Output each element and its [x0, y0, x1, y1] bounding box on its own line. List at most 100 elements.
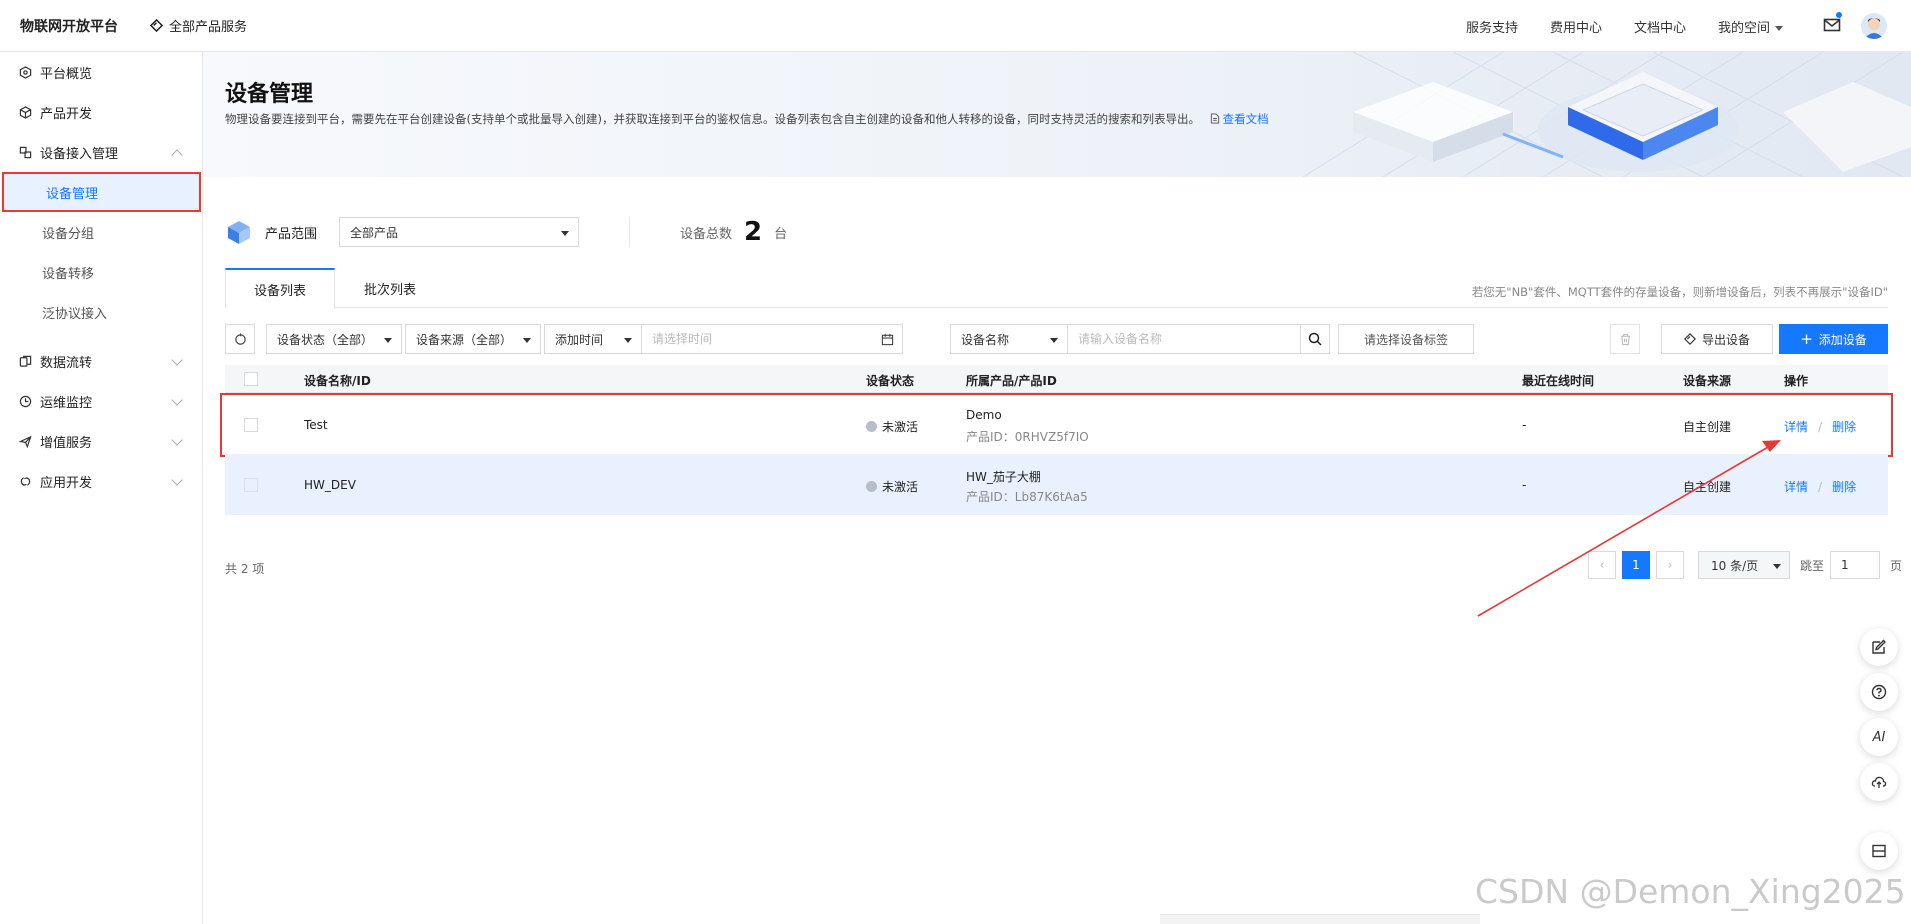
prev-page-button[interactable]: ‹ — [1588, 551, 1616, 579]
avatar[interactable] — [1861, 13, 1887, 39]
time-filter-select[interactable]: 添加时间 — [544, 324, 642, 354]
next-page-button[interactable]: › — [1656, 551, 1684, 579]
sidebar-item-label: 产品开发 — [40, 106, 93, 122]
sidebar-item-device-management[interactable]: 设备管理 — [2, 172, 201, 212]
add-device-button[interactable]: + 添加设备 — [1779, 324, 1888, 354]
row-checkbox[interactable] — [244, 478, 258, 492]
device-name-search-field[interactable] — [1067, 324, 1301, 354]
row-checkbox[interactable] — [244, 418, 258, 432]
sidebar-item-generic-protocol[interactable]: 泛协议接入 — [0, 292, 203, 332]
sidebar-item-device-transfer[interactable]: 设备转移 — [0, 252, 203, 292]
nav-docs-center[interactable]: 文档中心 — [1634, 17, 1686, 36]
export-devices-label: 导出设备 — [1701, 332, 1750, 347]
sidebar-item-label: 设备转移 — [42, 266, 95, 282]
device-status: 未激活 — [866, 418, 918, 435]
inactive-status-icon — [866, 481, 877, 492]
tab-device-list[interactable]: 设备列表 — [225, 268, 335, 309]
action-separator: / — [1818, 480, 1823, 494]
product-name: HW_茄子大棚 — [966, 470, 1041, 484]
page-banner: 设备管理 物理设备要连接到平台，需要先在平台创建设备(支持单个或批量导入创建)，… — [203, 52, 1911, 177]
delete-link[interactable]: 删除 — [1832, 480, 1856, 494]
add-device-label: 添加设备 — [1818, 332, 1867, 347]
tab-batch-list[interactable]: 批次列表 — [335, 268, 445, 308]
chevron-down-icon — [171, 474, 183, 486]
name-filter-select[interactable]: 设备名称 — [950, 324, 1068, 354]
export-devices-button[interactable]: 导出设备 — [1661, 324, 1773, 354]
sidebar-item-device-access[interactable]: 设备接入管理 — [0, 132, 203, 172]
edit-icon — [1872, 639, 1886, 654]
nav-service-support[interactable]: 服务支持 — [1466, 17, 1518, 36]
device-tag-select[interactable]: 请选择设备标签 — [1338, 324, 1474, 354]
document-icon — [1210, 113, 1219, 124]
column-header-source: 设备来源 — [1683, 374, 1732, 388]
help-button[interactable] — [1860, 673, 1898, 711]
status-filter-value: 设备状态（全部） — [277, 332, 374, 347]
detail-link[interactable]: 详情 — [1784, 420, 1808, 434]
time-filter-value: 添加时间 — [555, 332, 604, 347]
search-button[interactable] — [1300, 324, 1330, 354]
sidebar-item-data-flow[interactable]: 数据流转 — [0, 341, 203, 381]
sidebar-item-app-dev[interactable]: 应用开发 — [0, 461, 203, 501]
delete-link[interactable]: 删除 — [1832, 420, 1856, 434]
refresh-icon — [234, 332, 246, 345]
brand-title[interactable]: 物联网开放平台 — [20, 16, 118, 36]
sidebar-item-label: 平台概览 — [40, 66, 93, 82]
page-size-select[interactable]: 10 条/页 — [1698, 551, 1790, 579]
ai-assistant-button[interactable]: AI — [1860, 718, 1898, 756]
nav-billing-center[interactable]: 费用中心 — [1550, 17, 1602, 36]
ai-label: AI — [1872, 729, 1886, 745]
select-all-checkbox[interactable] — [244, 372, 258, 386]
device-access-icon — [18, 145, 32, 159]
notification-dot — [1836, 12, 1842, 18]
data-flow-icon — [18, 354, 32, 368]
sidebar: 平台概览 产品开发 设备接入管理 设备管理 设备分组 设备转移 泛协议接入 数据… — [0, 52, 203, 924]
device-name-input[interactable] — [1078, 332, 1290, 346]
collapse-panel-button[interactable] — [1860, 832, 1898, 870]
product-id: 产品ID：0RHVZ5f7IO — [966, 430, 1089, 444]
caret-down-icon — [1773, 564, 1781, 569]
sidebar-item-ops-monitor[interactable]: 运维监控 — [0, 381, 203, 421]
jump-page-input[interactable]: 1 — [1830, 551, 1881, 579]
calendar-icon — [881, 333, 894, 346]
sidebar-item-value-added[interactable]: 增值服务 — [0, 421, 203, 461]
time-range-picker[interactable] — [641, 324, 903, 354]
nav-my-space[interactable]: 我的空间 — [1718, 17, 1783, 36]
caret-down-icon — [1050, 338, 1058, 343]
table-header: 设备名称/ID 设备状态 所属产品/产品ID 最近在线时间 设备来源 操作 — [225, 365, 1888, 393]
feedback-button[interactable] — [1860, 628, 1898, 666]
device-status-label: 未激活 — [882, 420, 919, 434]
chevron-right-icon: › — [1667, 558, 1673, 572]
mail-icon[interactable] — [1823, 16, 1841, 34]
cloud-upload-button[interactable] — [1860, 763, 1898, 801]
table-row[interactable]: Test 未激活 Demo 产品ID：0RHVZ5f7IO - 自主创建 详情 /… — [220, 393, 1893, 457]
pagination: ‹ 1 › 10 条/页 跳至 1 页 — [1588, 550, 1902, 580]
product-scope-select[interactable]: 全部产品 — [339, 217, 580, 247]
sidebar-item-label: 设备接入管理 — [40, 146, 119, 162]
source-filter-select[interactable]: 设备来源（全部） — [405, 324, 541, 354]
all-products-menu[interactable]: 全部产品服务 — [150, 16, 247, 35]
column-header-name: 设备名称/ID — [304, 374, 371, 388]
status-filter-select[interactable]: 设备状态（全部） — [266, 324, 402, 354]
app-dev-icon — [18, 474, 32, 488]
export-icon — [1683, 333, 1696, 345]
sidebar-item-label: 增值服务 — [40, 435, 93, 451]
product-scope-icon — [228, 221, 250, 244]
device-total-label: 设备总数 — [680, 226, 733, 242]
chevron-down-icon — [171, 354, 183, 366]
detail-link[interactable]: 详情 — [1784, 480, 1808, 494]
refresh-button[interactable] — [225, 324, 255, 354]
sidebar-item-device-group[interactable]: 设备分组 — [0, 212, 203, 252]
page-button[interactable]: 1 — [1622, 551, 1650, 579]
chevron-down-icon — [1775, 26, 1783, 31]
sidebar-item-product-dev[interactable]: 产品开发 — [0, 92, 203, 132]
sidebar-item-platform-overview[interactable]: 平台概览 — [0, 52, 203, 92]
inactive-status-icon — [866, 421, 877, 432]
top-nav: 服务支持 费用中心 文档中心 我的空间 — [1466, 17, 1783, 36]
time-range-input[interactable] — [652, 332, 874, 346]
nav-my-space-label: 我的空间 — [1717, 21, 1770, 36]
page-size-value: 10 条/页 — [1711, 558, 1759, 573]
delete-batch-button[interactable] — [1610, 324, 1640, 354]
search-icon — [1308, 332, 1322, 346]
table-row[interactable]: HW_DEV 未激活 HW_茄子大棚 产品ID：Lb87K6tAa5 - 自主创… — [225, 455, 1888, 515]
view-docs-link[interactable]: 查看文档 — [1210, 112, 1269, 126]
